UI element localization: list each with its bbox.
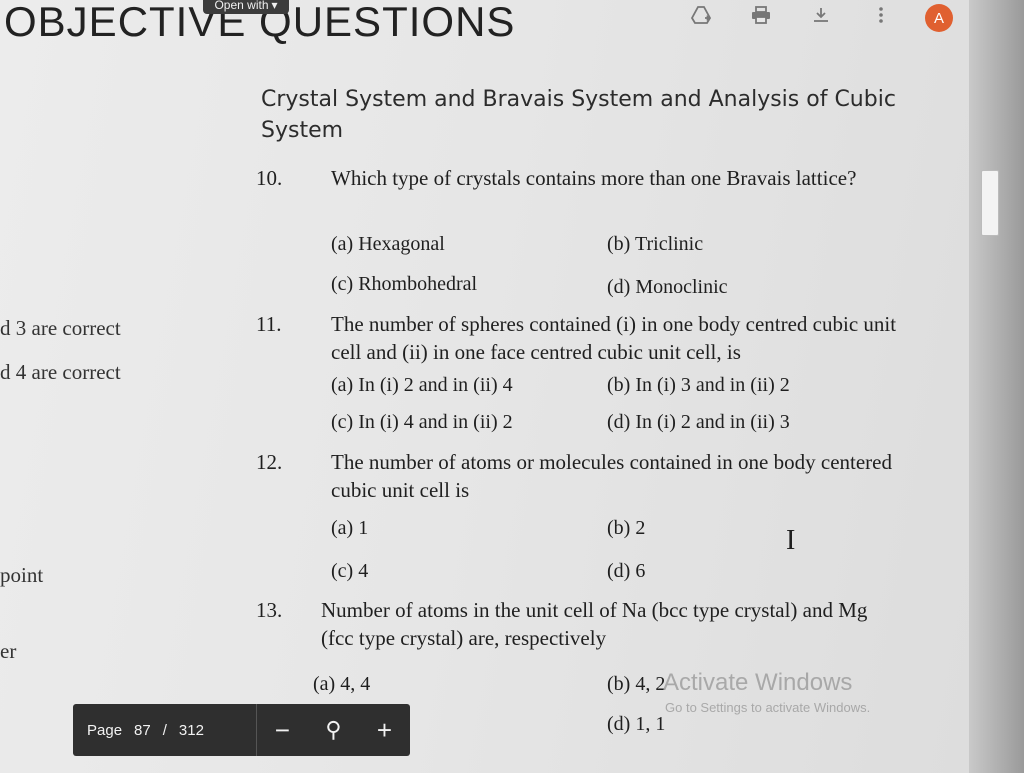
download-icon[interactable] (810, 4, 832, 26)
option: (d) In (i) 2 and in (ii) 3 (607, 411, 790, 433)
current-page[interactable]: 87 (134, 722, 151, 739)
scrollbar-thumb[interactable] (981, 170, 999, 236)
side-fragment: er (0, 639, 17, 663)
side-fragment: point (0, 563, 44, 587)
page-indicator: Page 87 / 312 (73, 722, 256, 739)
zoom-in-button[interactable]: + (359, 715, 410, 746)
pdf-viewer: OBJECTIVE QUESTIONS Open with ▾ A Crysta… (0, 0, 1024, 773)
zoom-out-button[interactable]: − (257, 715, 308, 746)
question-text: The number of atoms or molecules contain… (331, 450, 892, 502)
print-icon[interactable] (750, 4, 772, 26)
question-text: Number of atoms in the unit cell of Na (… (321, 598, 868, 650)
zoom-icon[interactable]: ⚲ (308, 717, 359, 743)
question-number: 12. (256, 450, 283, 474)
option: (a) 1 (331, 517, 369, 539)
activate-windows-subtext: Go to Settings to activate Windows. (665, 700, 871, 715)
side-fragment: d 4 are correct (0, 360, 121, 384)
viewer-edge (969, 0, 1024, 773)
option: (d) 1, 1 (607, 713, 666, 735)
option: (a) In (i) 2 and in (ii) 4 (331, 374, 513, 396)
option: (b) In (i) 3 and in (ii) 2 (607, 374, 790, 396)
option: (d) 6 (607, 560, 646, 582)
option: (d) Monoclinic (607, 276, 728, 298)
question-text: The number of spheres contained (i) in o… (331, 312, 897, 364)
question-number: 13. (256, 598, 283, 622)
option: (c) In (i) 4 and in (ii) 2 (331, 411, 513, 433)
add-to-drive-icon[interactable] (690, 4, 712, 26)
question-number: 11. (256, 312, 282, 336)
open-with-label: Open with (214, 0, 269, 12)
page-label: Page (87, 721, 123, 739)
account-avatar[interactable]: A (925, 4, 953, 32)
side-fragment: d 3 are correct (0, 316, 121, 340)
question-number: 10. (256, 166, 283, 190)
page-navigation-bar: Page 87 / 312 − ⚲ + (73, 704, 410, 756)
section-title: Crystal System and Bravais System and An… (261, 87, 896, 143)
option: (b) Triclinic (607, 233, 704, 255)
option: (a) Hexagonal (331, 233, 445, 255)
option: (c) 4 (331, 560, 369, 582)
toolbar-icons (690, 4, 892, 26)
page-separator: / (162, 721, 167, 739)
text-cursor: I (786, 525, 796, 556)
option: (b) 4, 2 (607, 673, 666, 695)
option: (a) 4, 4 (313, 673, 371, 695)
activate-windows-watermark: Activate Windows (663, 669, 853, 696)
question-text: Which type of crystals contains more tha… (331, 166, 857, 190)
option: (c) Rhombohedral (331, 273, 478, 295)
total-pages: 312 (178, 721, 204, 739)
option: (b) 2 (607, 517, 646, 539)
chevron-down-icon: ▾ (271, 0, 278, 12)
more-vert-icon[interactable] (870, 4, 892, 26)
open-with-button[interactable]: Open with ▾ (203, 0, 289, 14)
